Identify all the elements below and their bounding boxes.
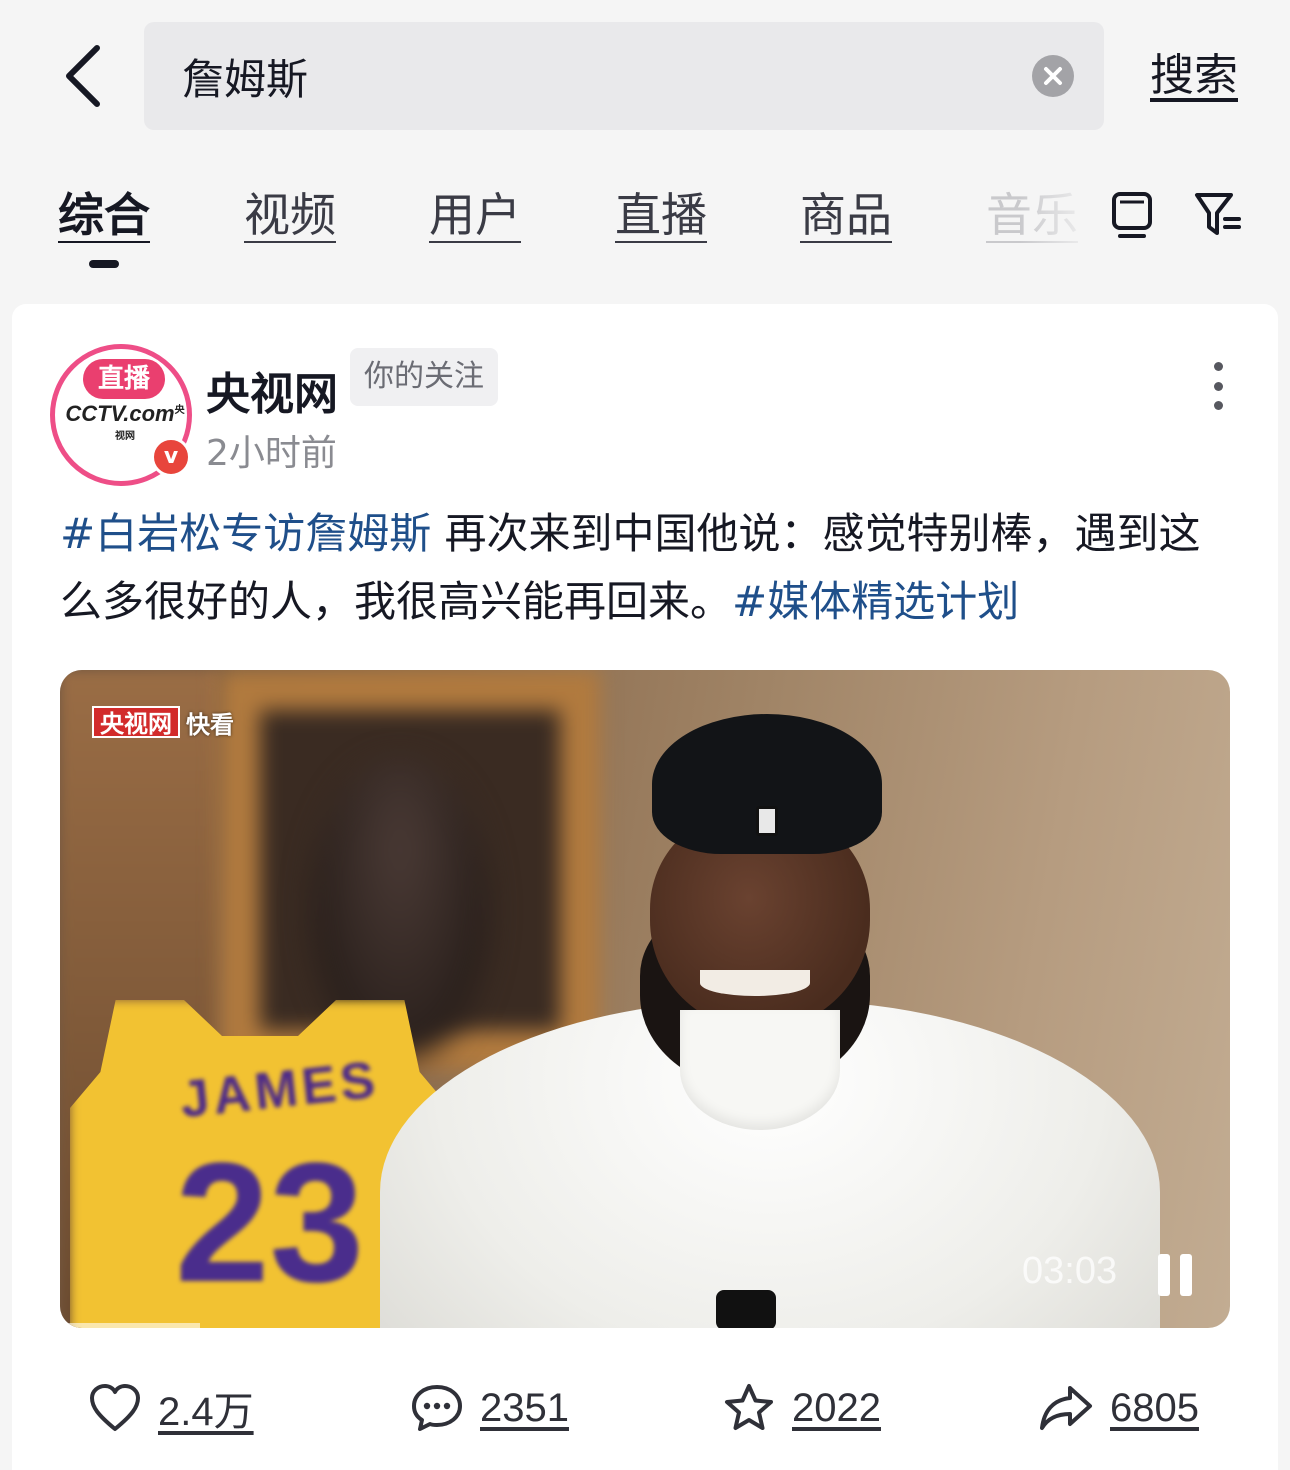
- hashtag-link[interactable]: #媒体精选计划: [732, 577, 1019, 626]
- share-count: 6805: [1110, 1385, 1199, 1430]
- comment-icon: [412, 1385, 462, 1431]
- live-badge: 直播: [83, 359, 165, 399]
- hashtag-link[interactable]: #白岩松专访詹姆斯: [60, 509, 431, 558]
- search-button[interactable]: 搜索: [1150, 44, 1238, 108]
- avatar[interactable]: 直播 CCTV.com央视网 v: [50, 344, 192, 486]
- author-name[interactable]: 央视网: [206, 358, 338, 422]
- tab-products[interactable]: 商品: [800, 180, 892, 250]
- tab-live[interactable]: 直播: [615, 180, 707, 250]
- share-icon: [1040, 1386, 1092, 1430]
- jersey-number: 23: [175, 1128, 365, 1318]
- person-collar: [680, 1010, 840, 1130]
- verified-icon: v: [151, 437, 191, 477]
- filter-icon[interactable]: [1190, 184, 1246, 246]
- share-button[interactable]: 6805: [1038, 1376, 1199, 1440]
- tab-comprehensive[interactable]: 综合: [58, 180, 150, 250]
- comment-count: 2351: [480, 1385, 569, 1430]
- search-header: 搜索: [0, 0, 1290, 150]
- cctv-logo: CCTV.com央视网: [65, 401, 185, 442]
- like-button[interactable]: 2.4万: [88, 1376, 254, 1440]
- like-count: 2.4万: [158, 1390, 254, 1434]
- pause-icon[interactable]: [1156, 1254, 1196, 1296]
- favorite-count: 2022: [792, 1385, 881, 1430]
- result-card: 直播 CCTV.com央视网 v 央视网 你的关注 2小时前 #白岩松专访詹姆斯…: [12, 304, 1278, 1470]
- cap-strap: [756, 806, 778, 836]
- heart-icon: [90, 1384, 140, 1431]
- favorite-button[interactable]: 2022: [722, 1376, 881, 1440]
- search-box[interactable]: [144, 22, 1104, 130]
- video-duration: 03:03: [1022, 1250, 1118, 1292]
- tabs-fade: [1020, 170, 1100, 270]
- microphone: [716, 1290, 776, 1328]
- search-tabs: 综合 视频 用户 直播 商品 音乐: [0, 170, 1290, 290]
- tab-users[interactable]: 用户: [429, 180, 521, 250]
- post-time: 2小时前: [206, 433, 337, 474]
- active-tab-indicator: [89, 260, 119, 268]
- clear-icon[interactable]: [1032, 55, 1074, 97]
- more-icon[interactable]: [1198, 356, 1238, 416]
- video-watermark: 央视网 快看: [92, 706, 234, 739]
- post-caption: #白岩松专访詹姆斯 再次来到中国他说：感觉特别棒，遇到这么多很好的人，我很高兴能…: [60, 500, 1240, 636]
- video-player[interactable]: JAMES 23 央视网 快看 03:03: [60, 670, 1230, 1328]
- tab-videos[interactable]: 视频: [244, 180, 336, 250]
- comment-button[interactable]: 2351: [410, 1376, 569, 1440]
- tv-icon[interactable]: [1104, 184, 1160, 246]
- video-progress[interactable]: [60, 1323, 201, 1328]
- search-input[interactable]: [182, 22, 1002, 130]
- back-arrow-icon[interactable]: [48, 36, 118, 116]
- following-tag: 你的关注: [350, 348, 498, 406]
- person-smile: [700, 970, 810, 996]
- star-icon: [725, 1384, 773, 1430]
